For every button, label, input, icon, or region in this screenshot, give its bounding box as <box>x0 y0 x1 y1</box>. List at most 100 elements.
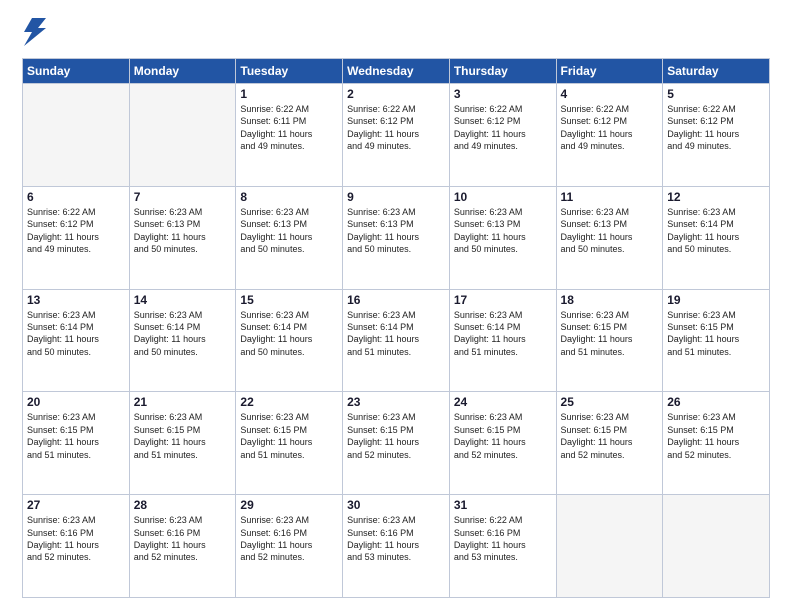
day-info: Sunrise: 6:22 AM Sunset: 6:12 PM Dayligh… <box>667 103 765 153</box>
day-info: Sunrise: 6:23 AM Sunset: 6:15 PM Dayligh… <box>667 309 765 359</box>
day-number: 28 <box>134 498 232 512</box>
calendar-cell: 25 Sunrise: 6:23 AM Sunset: 6:15 PM Dayli… <box>556 392 663 495</box>
calendar-cell: 23Sunrise: 6:23 AM Sunset: 6:15 PM Dayli… <box>343 392 450 495</box>
day-number: 30 <box>347 498 445 512</box>
day-number: 4 <box>561 87 659 101</box>
day-info: Sunrise: 6:22 AM Sunset: 6:16 PM Dayligh… <box>454 514 552 564</box>
calendar-week-4: 27Sunrise: 6:23 AM Sunset: 6:16 PM Dayli… <box>23 495 770 598</box>
day-info: Sunrise: 6:23 AM Sunset: 6:15 PM Dayligh… <box>27 411 125 461</box>
day-number: 18 <box>561 293 659 307</box>
calendar-cell <box>129 84 236 187</box>
weekday-header-wednesday: Wednesday <box>343 59 450 84</box>
day-number: 29 <box>240 498 338 512</box>
day-number: 19 <box>667 293 765 307</box>
day-info: Sunrise: 6:22 AM Sunset: 6:12 PM Dayligh… <box>27 206 125 256</box>
calendar-cell <box>663 495 770 598</box>
day-number: 24 <box>454 395 552 409</box>
weekday-header-sunday: Sunday <box>23 59 130 84</box>
day-info: Sunrise: 6:22 AM Sunset: 6:12 PM Dayligh… <box>561 103 659 153</box>
calendar-cell: 13Sunrise: 6:23 AM Sunset: 6:14 PM Dayli… <box>23 289 130 392</box>
day-info: Sunrise: 6:23 AM Sunset: 6:15 PM Dayligh… <box>240 411 338 461</box>
calendar-cell: 26 Sunrise: 6:23 AM Sunset: 6:15 PM Dayli… <box>663 392 770 495</box>
calendar-cell: 27Sunrise: 6:23 AM Sunset: 6:16 PM Dayli… <box>23 495 130 598</box>
day-number: 22 <box>240 395 338 409</box>
calendar-cell: 9 Sunrise: 6:23 AM Sunset: 6:13 PM Daylig… <box>343 186 450 289</box>
day-info: Sunrise: 6:23 AM Sunset: 6:16 PM Dayligh… <box>134 514 232 564</box>
day-number: 6 <box>27 190 125 204</box>
day-number: 11 <box>561 190 659 204</box>
weekday-header-friday: Friday <box>556 59 663 84</box>
day-info: Sunrise: 6:23 AM Sunset: 6:16 PM Dayligh… <box>347 514 445 564</box>
day-info: Sunrise: 6:23 AM Sunset: 6:16 PM Dayligh… <box>240 514 338 564</box>
day-number: 25 <box>561 395 659 409</box>
calendar-week-3: 20 Sunrise: 6:23 AM Sunset: 6:15 PM Dayli… <box>23 392 770 495</box>
calendar-cell: 11 Sunrise: 6:23 AM Sunset: 6:13 PM Dayli… <box>556 186 663 289</box>
day-info: Sunrise: 6:23 AM Sunset: 6:13 PM Dayligh… <box>561 206 659 256</box>
calendar-cell: 28 Sunrise: 6:23 AM Sunset: 6:16 PM Dayli… <box>129 495 236 598</box>
day-number: 31 <box>454 498 552 512</box>
day-info: Sunrise: 6:23 AM Sunset: 6:13 PM Dayligh… <box>454 206 552 256</box>
calendar-cell: 17 Sunrise: 6:23 AM Sunset: 6:14 PM Dayli… <box>449 289 556 392</box>
calendar-week-1: 6 Sunrise: 6:22 AM Sunset: 6:12 PM Daylig… <box>23 186 770 289</box>
day-info: Sunrise: 6:22 AM Sunset: 6:12 PM Dayligh… <box>454 103 552 153</box>
calendar-cell: 1 Sunrise: 6:22 AM Sunset: 6:11 PM Daylig… <box>236 84 343 187</box>
calendar-cell: 10 Sunrise: 6:23 AM Sunset: 6:13 PM Dayli… <box>449 186 556 289</box>
calendar-cell: 21Sunrise: 6:23 AM Sunset: 6:15 PM Dayli… <box>129 392 236 495</box>
logo-bird-icon <box>24 18 46 46</box>
day-info: Sunrise: 6:23 AM Sunset: 6:13 PM Dayligh… <box>240 206 338 256</box>
day-number: 10 <box>454 190 552 204</box>
calendar-cell: 6 Sunrise: 6:22 AM Sunset: 6:12 PM Daylig… <box>23 186 130 289</box>
calendar-cell: 18 Sunrise: 6:23 AM Sunset: 6:15 PM Dayli… <box>556 289 663 392</box>
calendar-cell: 16 Sunrise: 6:23 AM Sunset: 6:14 PM Dayli… <box>343 289 450 392</box>
day-info: Sunrise: 6:23 AM Sunset: 6:15 PM Dayligh… <box>454 411 552 461</box>
day-info: Sunrise: 6:23 AM Sunset: 6:15 PM Dayligh… <box>667 411 765 461</box>
day-number: 2 <box>347 87 445 101</box>
day-number: 21 <box>134 395 232 409</box>
day-number: 13 <box>27 293 125 307</box>
calendar-cell: 7Sunrise: 6:23 AM Sunset: 6:13 PM Daylig… <box>129 186 236 289</box>
day-info: Sunrise: 6:22 AM Sunset: 6:11 PM Dayligh… <box>240 103 338 153</box>
day-info: Sunrise: 6:23 AM Sunset: 6:13 PM Dayligh… <box>134 206 232 256</box>
weekday-header-thursday: Thursday <box>449 59 556 84</box>
day-info: Sunrise: 6:23 AM Sunset: 6:16 PM Dayligh… <box>27 514 125 564</box>
day-info: Sunrise: 6:23 AM Sunset: 6:14 PM Dayligh… <box>454 309 552 359</box>
day-number: 1 <box>240 87 338 101</box>
calendar-cell: 14 Sunrise: 6:23 AM Sunset: 6:14 PM Dayli… <box>129 289 236 392</box>
calendar-cell: 19 Sunrise: 6:23 AM Sunset: 6:15 PM Dayli… <box>663 289 770 392</box>
header <box>22 18 770 48</box>
calendar-cell: 4 Sunrise: 6:22 AM Sunset: 6:12 PM Daylig… <box>556 84 663 187</box>
day-number: 17 <box>454 293 552 307</box>
calendar-week-2: 13 Sunrise: 6:23 AM Sunset: 6:14 PM Dayli… <box>23 289 770 392</box>
weekday-header-saturday: Saturday <box>663 59 770 84</box>
day-number: 9 <box>347 190 445 204</box>
day-number: 20 <box>27 395 125 409</box>
calendar-cell: 20 Sunrise: 6:23 AM Sunset: 6:15 PM Dayli… <box>23 392 130 495</box>
calendar-cell: 3Sunrise: 6:22 AM Sunset: 6:12 PM Daylig… <box>449 84 556 187</box>
day-info: Sunrise: 6:23 AM Sunset: 6:14 PM Dayligh… <box>347 309 445 359</box>
day-info: Sunrise: 6:23 AM Sunset: 6:14 PM Dayligh… <box>240 309 338 359</box>
day-info: Sunrise: 6:23 AM Sunset: 6:15 PM Dayligh… <box>561 411 659 461</box>
day-number: 8 <box>240 190 338 204</box>
day-number: 15 <box>240 293 338 307</box>
calendar-cell: 24 Sunrise: 6:23 AM Sunset: 6:15 PM Dayli… <box>449 392 556 495</box>
day-info: Sunrise: 6:23 AM Sunset: 6:14 PM Dayligh… <box>667 206 765 256</box>
day-number: 5 <box>667 87 765 101</box>
page: SundayMondayTuesdayWednesdayThursdayFrid… <box>0 0 792 612</box>
day-number: 14 <box>134 293 232 307</box>
logo <box>22 18 46 48</box>
day-info: Sunrise: 6:23 AM Sunset: 6:15 PM Dayligh… <box>561 309 659 359</box>
day-number: 16 <box>347 293 445 307</box>
weekday-header-monday: Monday <box>129 59 236 84</box>
calendar-cell: 2Sunrise: 6:22 AM Sunset: 6:12 PM Daylig… <box>343 84 450 187</box>
weekday-header-tuesday: Tuesday <box>236 59 343 84</box>
calendar-cell: 15 Sunrise: 6:23 AM Sunset: 6:14 PM Dayli… <box>236 289 343 392</box>
day-info: Sunrise: 6:23 AM Sunset: 6:14 PM Dayligh… <box>134 309 232 359</box>
weekday-header-row: SundayMondayTuesdayWednesdayThursdayFrid… <box>23 59 770 84</box>
day-number: 26 <box>667 395 765 409</box>
calendar-cell: 31 Sunrise: 6:22 AM Sunset: 6:16 PM Dayli… <box>449 495 556 598</box>
calendar-cell: 12 Sunrise: 6:23 AM Sunset: 6:14 PM Dayli… <box>663 186 770 289</box>
day-info: Sunrise: 6:23 AM Sunset: 6:13 PM Dayligh… <box>347 206 445 256</box>
calendar-week-0: 1 Sunrise: 6:22 AM Sunset: 6:11 PM Daylig… <box>23 84 770 187</box>
day-number: 23 <box>347 395 445 409</box>
day-number: 12 <box>667 190 765 204</box>
